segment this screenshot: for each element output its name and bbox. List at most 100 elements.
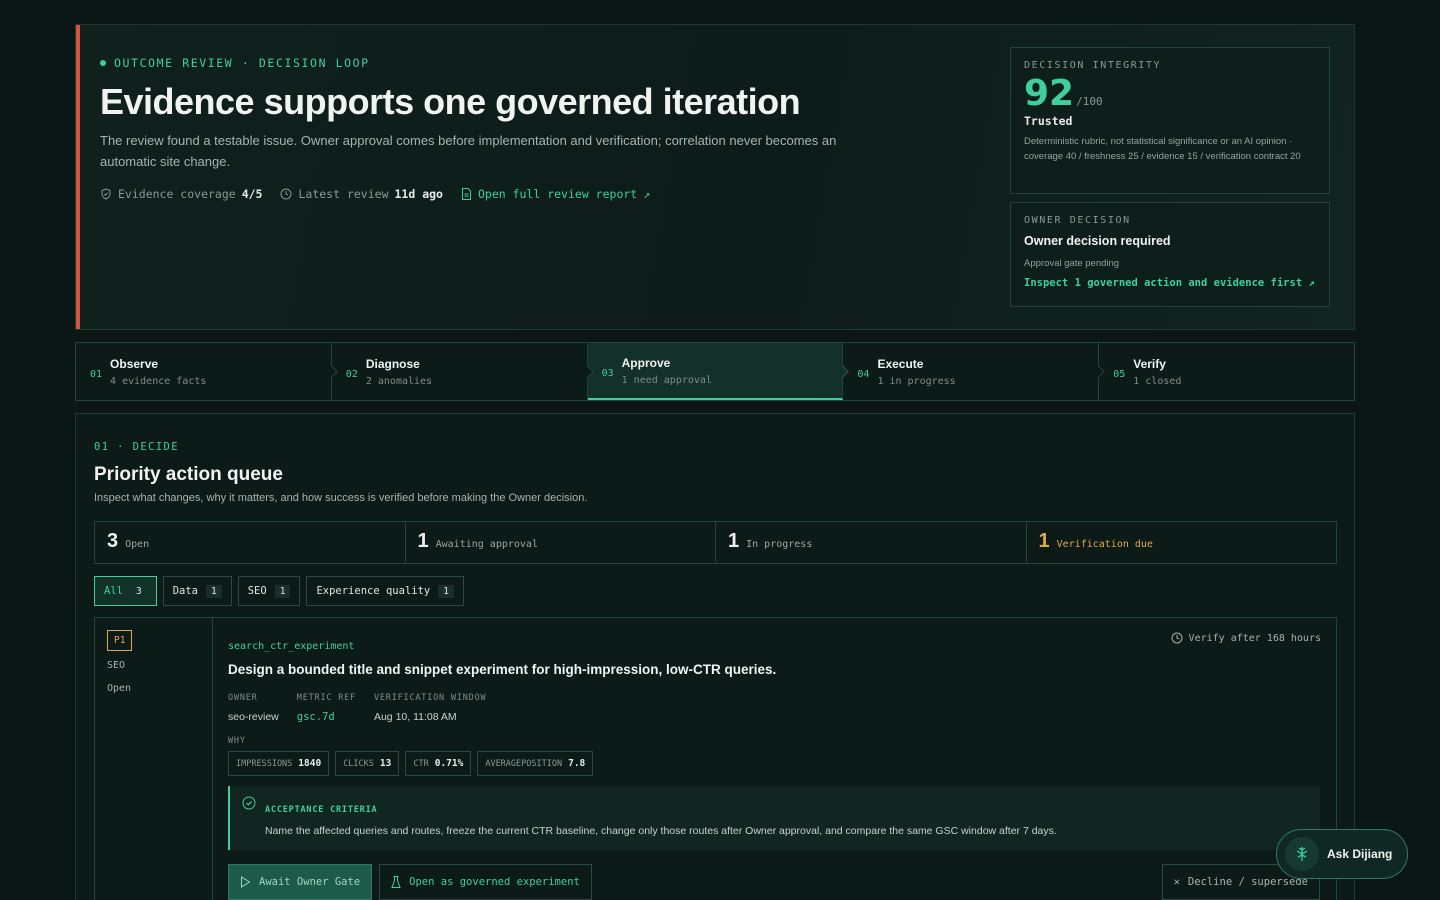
assistant-icon [1285, 837, 1319, 871]
filter-label: SEO [247, 585, 267, 597]
field-label: METRIC REF [296, 693, 356, 703]
button-label: Decline / supersede [1187, 876, 1308, 888]
await-owner-gate-button[interactable]: Await Owner Gate [228, 864, 373, 900]
status-dot-icon [100, 60, 106, 66]
step-name: Diagnose [365, 356, 420, 371]
priority-badge: P1 [107, 630, 133, 651]
filter-seo[interactable]: SEO 1 [237, 576, 301, 606]
score-denominator: /100 [1076, 95, 1103, 108]
step-verify[interactable]: 05 Verify 1 closed [1099, 343, 1354, 400]
queue-stats: 3 Open 1 Awaiting approval 1 In progress… [94, 521, 1337, 564]
field-value: Aug 10, 11:08 AM [373, 711, 457, 723]
filter-all[interactable]: All 3 [94, 576, 157, 606]
owner-decision-subtitle: Approval gate pending [1024, 258, 1120, 269]
metric-value: 13 [379, 758, 392, 769]
step-observe[interactable]: 01 Observe 4 evidence facts [76, 343, 338, 400]
check-circle-icon [242, 796, 256, 810]
integrity-label: DECISION INTEGRITY [1024, 60, 1162, 71]
verify-after: Verify after 168 hours [1171, 632, 1321, 644]
metric-chip: AVERAGEPOSITION 7.8 [477, 751, 594, 776]
review-hero: OUTCOME REVIEW · DECISION LOOP Evidence … [75, 24, 1355, 330]
stat-number: 1 [417, 530, 429, 552]
queue-description: Inspect what changes, why it matters, an… [94, 492, 588, 504]
open-report-link[interactable]: Open full review report ↗ [461, 187, 650, 201]
action-item: P1 SEO Open search_ctr_experiment Verify… [94, 617, 1337, 900]
metric-value: 7.8 [568, 758, 586, 769]
review-value: 11d ago [394, 187, 443, 201]
queue-eyebrow: 01 · DECIDE [94, 441, 179, 453]
ask-dijiang-button[interactable]: Ask Dijiang [1276, 829, 1408, 879]
action-item-body: search_ctr_experiment Verify after 168 h… [228, 618, 1336, 900]
acceptance-criteria: ACCEPTANCE CRITERIA Name the affected qu… [228, 786, 1320, 850]
action-item-sidebar: P1 SEO Open [95, 618, 213, 900]
stat-number: 1 [1038, 530, 1050, 552]
step-execute[interactable]: 04 Execute 1 in progress [843, 343, 1106, 400]
step-number: 01 [90, 369, 103, 380]
step-diagnose[interactable]: 02 Diagnose 2 anomalies [332, 343, 594, 400]
acceptance-text: Name the affected queries and routes, fr… [265, 825, 1057, 837]
action-title: Design a bounded title and snippet exper… [228, 662, 777, 677]
hero-description: The review found a testable issue. Owner… [100, 133, 837, 169]
step-subtitle: 1 closed [1133, 375, 1182, 387]
filter-count: 1 [438, 584, 454, 598]
metric-chip: CLICKS 13 [335, 751, 400, 776]
step-subtitle: 1 need approval [621, 374, 712, 386]
item-status: Open [107, 683, 132, 694]
button-label: Open as governed experiment [409, 876, 580, 888]
hero-meta: Evidence coverage 4/5 Latest review 11d … [100, 187, 650, 201]
filter-label: All [104, 585, 123, 597]
step-name: Execute [877, 356, 924, 371]
play-icon [241, 876, 251, 888]
external-arrow-icon: ↗ [643, 187, 651, 201]
item-category: SEO [107, 660, 126, 671]
metric-ref-field: METRIC REF gsc.7d [297, 693, 356, 723]
stat-in-progress: 1 In progress [716, 522, 1027, 563]
close-icon: ✕ [1173, 876, 1180, 888]
inspect-action-link[interactable]: Inspect 1 governed action and evidence f… [1024, 277, 1316, 289]
shield-icon [101, 188, 111, 200]
queue-title: Priority action queue [94, 464, 283, 485]
owner-decision-title: Owner decision required [1024, 234, 1171, 248]
verification-window-field: VERIFICATION WINDOW Aug 10, 11:08 AM [374, 693, 486, 723]
score-value: 92 [1024, 73, 1075, 114]
open-experiment-button[interactable]: Open as governed experiment [379, 864, 592, 900]
integrity-score: 92 /100 [1024, 73, 1316, 114]
report-link-label: Open full review report [477, 187, 638, 201]
metric-value: 0.71% [434, 758, 464, 769]
metric-label: IMPRESSIONS [236, 758, 293, 769]
coverage-label: Evidence coverage [118, 187, 236, 201]
evidence-coverage: Evidence coverage 4/5 [100, 187, 262, 201]
flask-icon [391, 876, 401, 888]
priority-action-queue: 01 · DECIDE Priority action queue Inspec… [75, 413, 1355, 900]
filter-label: Data [172, 585, 198, 597]
field-label: VERIFICATION WINDOW [373, 693, 487, 703]
filter-data[interactable]: Data 1 [162, 576, 232, 606]
page-title: Evidence supports one governed iteration [100, 81, 801, 122]
coverage-value: 4/5 [241, 187, 263, 201]
review-label: Latest review [298, 187, 389, 201]
step-subtitle: 4 evidence facts [110, 375, 207, 387]
metric-label: AVERAGEPOSITION [485, 758, 563, 769]
step-subtitle: 2 anomalies [365, 375, 433, 387]
stat-label: In progress [746, 539, 813, 550]
metric-ref-link[interactable]: gsc.7d [297, 711, 356, 723]
owner-decision-label: OWNER DECISION [1024, 215, 1131, 226]
metric-label: CTR [413, 758, 429, 769]
step-number: 03 [601, 368, 614, 379]
stat-number: 3 [107, 530, 119, 552]
step-name: Verify [1133, 356, 1166, 371]
metric-chip: CTR 0.71% [405, 751, 472, 776]
stat-number: 1 [728, 530, 740, 552]
button-label: Await Owner Gate [259, 876, 361, 888]
filter-count: 1 [274, 584, 291, 598]
clock-icon [280, 188, 292, 200]
stat-label: Verification due [1056, 539, 1153, 550]
step-subtitle: 1 in progress [877, 375, 956, 387]
step-approve[interactable]: 03 Approve 1 need approval [587, 343, 850, 400]
owner-decision-card: OWNER DECISION Owner decision required A… [1010, 202, 1330, 307]
action-buttons: Await Owner Gate Open as governed experi… [228, 864, 1320, 900]
step-number: 02 [345, 369, 358, 380]
decision-integrity-card: DECISION INTEGRITY 92 /100 Trusted Deter… [1010, 47, 1330, 194]
filter-experience-quality[interactable]: Experience quality 1 [306, 576, 464, 606]
step-name: Approve [621, 355, 671, 370]
